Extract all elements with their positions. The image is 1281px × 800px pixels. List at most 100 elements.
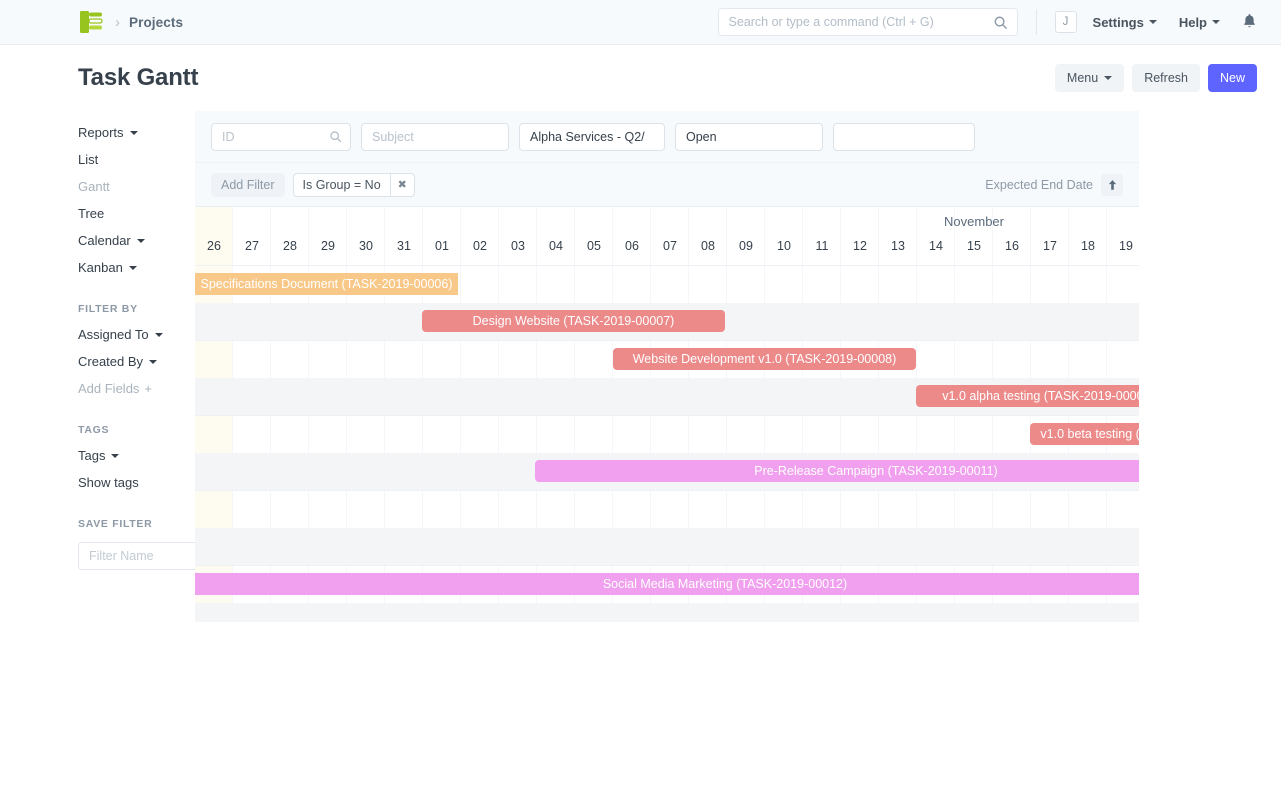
sort-field-label[interactable]: Expected End Date (985, 178, 1093, 192)
gantt-day-label: 28 (271, 239, 309, 253)
gantt-day-label: 11 (803, 239, 841, 253)
navbar-right-group: J Settings Help (718, 8, 1257, 36)
gantt-task-label: Social Media Marketing (TASK-2019-00012) (597, 577, 853, 591)
sidebar-filter-assigned-to[interactable]: Assigned To (78, 321, 195, 348)
gantt-date-header: November26272829303101020304050607080910… (195, 207, 1139, 265)
gantt-day-label: 26 (195, 239, 233, 253)
gantt-day-label: 05 (575, 239, 613, 253)
gantt-day-label: 06 (613, 239, 651, 253)
save-filter-heading: Save Filter (78, 518, 195, 530)
add-filter-button[interactable]: Add Filter (211, 173, 285, 197)
page-header: Task Gantt Menu Refresh New (0, 45, 1281, 111)
gantt-day-label: 01 (423, 239, 461, 253)
breadcrumb-separator-icon: › (115, 15, 120, 30)
sidebar-item-calendar[interactable]: Calendar (78, 227, 195, 254)
gantt-task-bar[interactable]: v1.0 alpha testing (TASK-2019-00009) (916, 385, 1139, 407)
arrow-up-icon[interactable] (1101, 174, 1123, 196)
gantt-day-label: 02 (461, 239, 499, 253)
gantt-row[interactable] (195, 603, 1139, 623)
menu-button-label: Menu (1067, 71, 1098, 85)
filter-by-heading: Filter By (78, 303, 195, 315)
breadcrumb-projects[interactable]: Projects (129, 15, 183, 30)
sidebar-item-kanban[interactable]: Kanban (78, 254, 195, 281)
refresh-button[interactable]: Refresh (1132, 64, 1200, 92)
filter-id[interactable] (211, 123, 351, 151)
applied-filter-row: Add Filter Is Group = No ✖ Expected End … (195, 163, 1139, 207)
gantt-task-label: v1.0 alpha testing (TASK-2019-00009) (936, 389, 1139, 403)
gantt-day-label: 27 (233, 239, 271, 253)
gantt-chart[interactable]: November26272829303101020304050607080910… (195, 207, 1139, 622)
standard-filter-row: Alpha Services - Q2/ Open (195, 111, 1139, 163)
sidebar-item-gantt[interactable]: Gantt (78, 173, 195, 200)
gantt-day-label: 10 (765, 239, 803, 253)
gantt-day-label: 15 (955, 239, 993, 253)
search-input[interactable] (729, 15, 987, 29)
gantt-card: Alpha Services - Q2/ Open Add Filter Is … (195, 111, 1139, 622)
sidebar-item-label: Reports (78, 125, 124, 140)
sidebar-item-label: Assigned To (78, 327, 149, 342)
global-search[interactable] (718, 8, 1018, 36)
add-fields-button[interactable]: Add Fields + (78, 375, 195, 402)
chevron-down-icon (111, 454, 119, 458)
subject-filter-input[interactable] (372, 130, 498, 144)
menu-button[interactable]: Menu (1055, 64, 1124, 92)
notification-bell-icon[interactable] (1242, 13, 1257, 32)
sidebar-item-tree[interactable]: Tree (78, 200, 195, 227)
id-filter-input[interactable] (222, 130, 324, 144)
show-tags-link[interactable]: Show tags (78, 469, 195, 496)
sidebar-filter-created-by[interactable]: Created By (78, 348, 195, 375)
tags-heading: Tags (78, 424, 195, 436)
navbar-divider (1036, 9, 1037, 35)
chevron-down-icon (129, 266, 137, 270)
page-title: Task Gantt (78, 64, 198, 92)
filter-subject[interactable] (361, 123, 509, 151)
sidebar-tags-dropdown[interactable]: Tags (78, 442, 195, 469)
gantt-day-label: 16 (993, 239, 1031, 253)
page-body: Reports List Gantt Tree Calendar Kanban … (0, 111, 1281, 622)
gantt-task-bar[interactable]: v1.0 beta testing (TASK-2019-00010) (1030, 423, 1139, 445)
gantt-task-bar[interactable]: Specifications Document (TASK-2019-00006… (195, 273, 458, 295)
app-logo-icon[interactable] (78, 8, 106, 36)
search-icon (329, 130, 342, 146)
gantt-day-label: 18 (1069, 239, 1107, 253)
gantt-task-bar[interactable]: Website Development v1.0 (TASK-2019-0000… (613, 348, 916, 370)
new-button[interactable]: New (1208, 64, 1257, 92)
gantt-day-label: 17 (1031, 239, 1069, 253)
avatar[interactable]: J (1055, 11, 1077, 33)
gantt-task-label: Pre-Release Campaign (TASK-2019-00011) (748, 464, 1003, 478)
gantt-task-bar[interactable]: Design Website (TASK-2019-00007) (422, 310, 725, 332)
chevron-down-icon (1149, 20, 1157, 24)
sidebar-item-reports[interactable]: Reports (78, 119, 195, 146)
gantt-day-label: 08 (689, 239, 727, 253)
top-navbar: › Projects J Settings Help (0, 0, 1281, 45)
gantt-day-label: 03 (499, 239, 537, 253)
page-actions: Menu Refresh New (1055, 64, 1257, 92)
gantt-task-bar[interactable]: Pre-Release Campaign (TASK-2019-00011) (535, 460, 1139, 482)
help-menu[interactable]: Help (1179, 15, 1220, 30)
gantt-day-label: 30 (347, 239, 385, 253)
status-filter-value: Open (686, 130, 717, 144)
chevron-down-icon (1104, 76, 1112, 80)
sidebar-item-label: Created By (78, 354, 143, 369)
chevron-down-icon (130, 131, 138, 135)
sidebar-item-label: Kanban (78, 260, 123, 275)
gantt-row[interactable] (195, 528, 1139, 565)
sidebar-item-list[interactable]: List (78, 146, 195, 173)
filter-chip-label: Is Group = No (294, 178, 390, 192)
gantt-task-label: Website Development v1.0 (TASK-2019-0000… (627, 352, 903, 366)
main-content: Alpha Services - Q2/ Open Add Filter Is … (195, 111, 1281, 622)
gantt-row[interactable] (195, 415, 1139, 452)
gantt-month-label: November (914, 214, 1034, 229)
gantt-day-label: 31 (385, 239, 423, 253)
filter-chip-is-group[interactable]: Is Group = No ✖ (293, 173, 415, 197)
close-icon[interactable]: ✖ (390, 174, 414, 196)
gantt-day-label: 09 (727, 239, 765, 253)
filter-extra[interactable] (833, 123, 975, 151)
gantt-row[interactable] (195, 490, 1139, 527)
filter-status[interactable]: Open (675, 123, 823, 151)
settings-menu[interactable]: Settings (1093, 15, 1157, 30)
gantt-day-label: 12 (841, 239, 879, 253)
gantt-task-bar[interactable]: Social Media Marketing (TASK-2019-00012) (195, 573, 1139, 595)
filter-project[interactable]: Alpha Services - Q2/ (519, 123, 665, 151)
sidebar-item-label: Calendar (78, 233, 131, 248)
